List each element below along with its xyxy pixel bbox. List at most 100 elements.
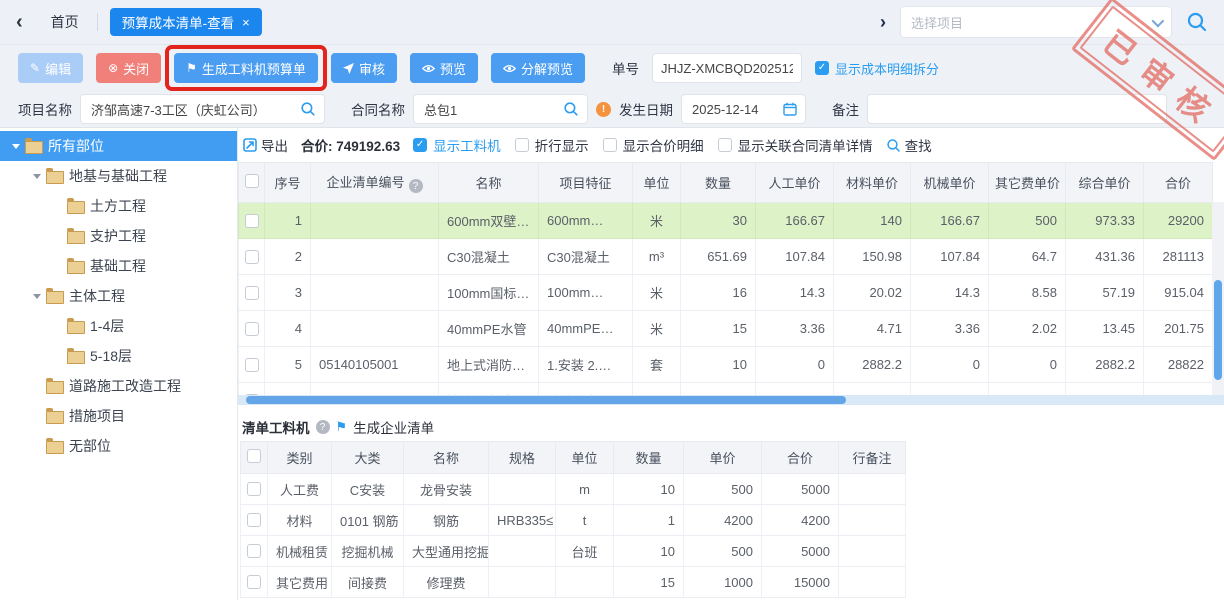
sidebar-item[interactable]: 地基与基础工程 — [0, 161, 237, 191]
sidebar-item[interactable]: 5-18层 — [0, 341, 237, 371]
search-icon[interactable] — [300, 101, 316, 117]
back-icon[interactable]: ‹ — [16, 2, 23, 42]
form-bar: 项目名称 合同名称 ! 发生日期 备注 — [0, 91, 1224, 127]
row-checkbox[interactable] — [247, 575, 261, 589]
help-icon[interactable]: ? — [409, 179, 423, 193]
caret-down-icon[interactable] — [12, 144, 20, 149]
col-category: 类别 — [268, 442, 332, 474]
row-checkbox[interactable] — [245, 358, 259, 372]
date-input[interactable] — [690, 101, 777, 118]
col-spec: 规格 — [489, 442, 556, 474]
sidebar-part-tree: 所有部位地基与基础工程土方工程支护工程基础工程主体工程 1-4层5-18层道路施工… — [0, 128, 238, 600]
preview-button[interactable]: 预览 — [410, 53, 478, 83]
toolbar-checkbox[interactable]: 显示合价明细 — [603, 135, 704, 155]
flag-icon: ⚑ — [336, 419, 348, 435]
table-row[interactable]: 2C30混凝土C30混凝土m³651.69107.84150.98107.846… — [239, 239, 1213, 275]
sidebar-item[interactable]: 无部位 — [0, 431, 237, 461]
toolbar-checkbox[interactable]: 显示关联合同清单详情 — [718, 135, 873, 155]
cell: 4 — [265, 311, 311, 347]
decompose-preview-button[interactable]: 分解预览 — [491, 53, 585, 83]
search-icon[interactable] — [1186, 11, 1208, 33]
cell: 651.69 — [681, 239, 756, 275]
project-name-input[interactable] — [89, 101, 294, 118]
project-select[interactable]: 选择项目 — [900, 6, 1172, 38]
row-checkbox[interactable] — [247, 544, 261, 558]
help-icon[interactable]: ? — [316, 420, 330, 434]
table-row[interactable]: 505140105001地上式消防…1.安装 2.…套1002882.20028… — [239, 347, 1213, 383]
contract-name-field[interactable] — [413, 94, 588, 124]
row-checkbox[interactable] — [247, 482, 261, 496]
sidebar-item[interactable]: 基础工程 — [0, 251, 237, 281]
table-row[interactable]: 440mmPE水管40mmPE…米153.364.713.362.0213.45… — [239, 311, 1213, 347]
col-total: 合价 — [1144, 163, 1213, 203]
sidebar-item-label: 主体工程 — [69, 286, 125, 306]
caret-down-icon[interactable] — [33, 294, 41, 299]
export-link[interactable]: 导出 — [243, 135, 288, 155]
sidebar-item[interactable]: 措施项目 — [0, 401, 237, 431]
top-bar: ‹ 首页 预算成本清单-查看 × › 选择项目 — [0, 0, 1224, 45]
tab-home[interactable]: 首页 — [37, 12, 93, 32]
table-row[interactable]: 1600mm双壁…600mm…米30166.67140166.67500973.… — [239, 203, 1213, 239]
generate-enterprise-list-link[interactable]: 生成企业清单 — [353, 417, 434, 437]
sidebar-item[interactable]: 1-4层 — [0, 311, 237, 341]
toolbar-checkbox[interactable]: 显示工料机 — [413, 135, 501, 155]
sidebar-item[interactable]: 主体工程 — [0, 281, 237, 311]
cell: 挖除现有破… — [439, 383, 539, 396]
select-all-checkbox[interactable] — [245, 174, 259, 188]
doc-no-input[interactable] — [652, 53, 802, 83]
audit-button[interactable]: 审核 — [331, 53, 397, 83]
sidebar-item-label: 地基与基础工程 — [69, 166, 167, 186]
cell: 地上式消防… — [439, 347, 539, 383]
row-checkbox[interactable] — [245, 214, 259, 228]
horizontal-scrollbar-thumb[interactable] — [246, 396, 846, 404]
table-row[interactable]: 3100mm国标…100mm…米1614.320.0214.38.5857.19… — [239, 275, 1213, 311]
table-row[interactable]: 材料0101 钢筋钢筋HRB335≤t142004200 — [241, 505, 906, 536]
forward-chevron-icon[interactable]: › — [880, 12, 886, 33]
table-row[interactable]: 6挖除现有破…挖除现有…m243019.791.131.581.130.684.… — [239, 383, 1213, 396]
cell — [839, 505, 906, 536]
calendar-icon[interactable] — [783, 102, 797, 116]
folder-icon — [46, 381, 64, 394]
sidebar-item[interactable]: 所有部位 — [0, 131, 237, 161]
sidebar-item-label: 支护工程 — [90, 226, 146, 246]
horizontal-scrollbar[interactable] — [238, 395, 1224, 405]
toolbar-checkbox[interactable]: 折行显示 — [515, 135, 589, 155]
find-link[interactable]: 查找 — [886, 135, 932, 155]
cell — [311, 311, 439, 347]
row-checkbox[interactable] — [247, 513, 261, 527]
tab-budget-cost-list[interactable]: 预算成本清单-查看 × — [110, 8, 262, 36]
close-tab-icon[interactable]: × — [242, 15, 250, 30]
sidebar-item[interactable]: 土方工程 — [0, 191, 237, 221]
row-checkbox[interactable] — [245, 250, 259, 264]
table-row[interactable]: 机械租赁挖掘机械大型通用挖掘机台班105005000 — [241, 536, 906, 567]
close-button[interactable]: ⊗ 关闭 — [96, 53, 161, 83]
folder-icon — [67, 351, 85, 364]
cell: 500 — [684, 474, 762, 505]
search-icon[interactable] — [563, 101, 579, 117]
generate-wlj-budget-button[interactable]: ⚑ 生成工料机预算单 — [174, 53, 318, 83]
date-field[interactable] — [681, 94, 806, 124]
edit-button[interactable]: ✎ 编辑 — [18, 53, 83, 83]
project-name-field[interactable] — [80, 94, 325, 124]
remark-input[interactable] — [867, 94, 1167, 124]
contract-name-input[interactable] — [422, 101, 557, 118]
cell: 套 — [633, 347, 681, 383]
cell: 15000 — [762, 567, 839, 598]
project-name-label: 项目名称 — [18, 99, 72, 119]
cell: 30 — [681, 203, 756, 239]
cell: 43019.79 — [681, 383, 756, 396]
show-cost-split-checkbox[interactable]: 显示成本明细拆分 — [815, 59, 939, 78]
table-row[interactable]: 人工费C安装龙骨安装m105005000 — [241, 474, 906, 505]
vertical-scrollbar-thumb[interactable] — [1214, 280, 1222, 380]
cell: m³ — [633, 239, 681, 275]
table-row[interactable]: 其它费用间接费修理费15100015000 — [241, 567, 906, 598]
caret-down-icon[interactable] — [33, 174, 41, 179]
cell — [839, 536, 906, 567]
cell: 龙骨安装 — [404, 474, 489, 505]
vertical-scrollbar[interactable] — [1212, 202, 1224, 395]
row-checkbox[interactable] — [245, 322, 259, 336]
sidebar-item[interactable]: 支护工程 — [0, 221, 237, 251]
row-checkbox[interactable] — [245, 286, 259, 300]
sidebar-item[interactable]: 道路施工改造工程 — [0, 371, 237, 401]
select-all-checkbox[interactable] — [247, 449, 261, 463]
